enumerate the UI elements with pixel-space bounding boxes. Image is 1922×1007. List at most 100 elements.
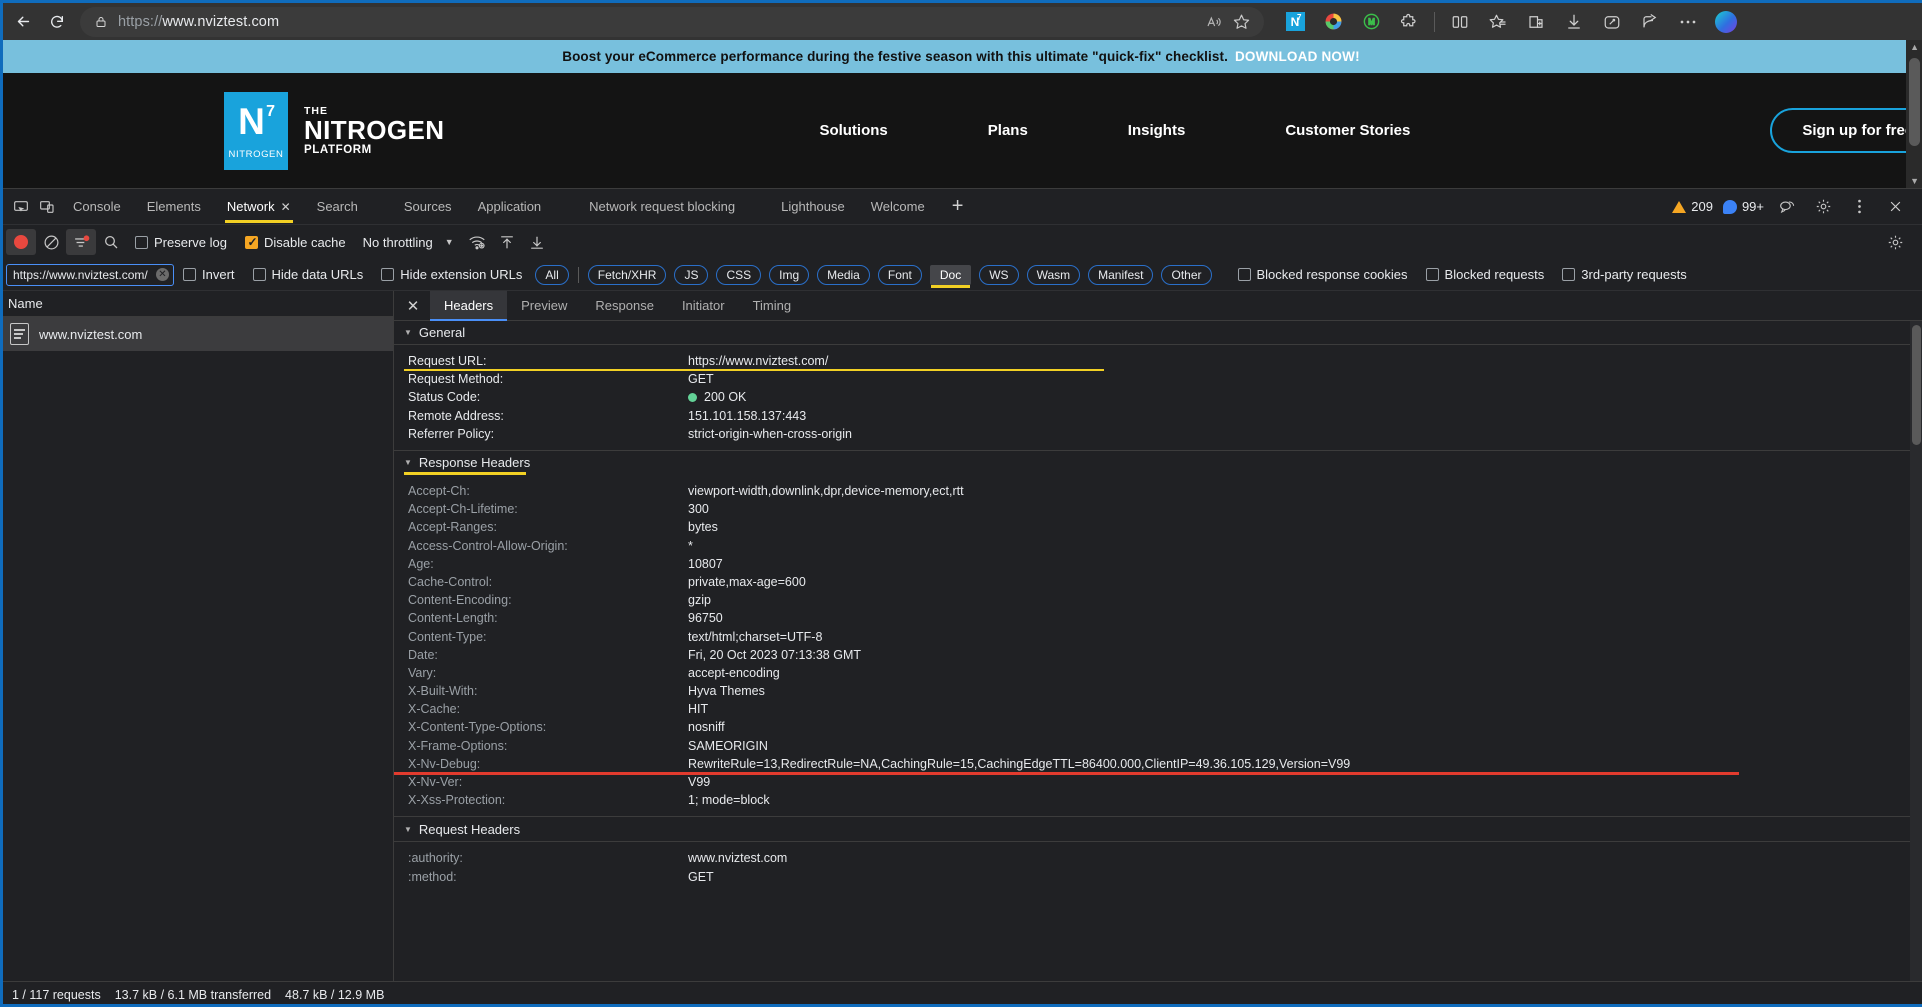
section-header-response-headers[interactable]: ▼ Response Headers <box>394 451 1922 475</box>
promo-banner[interactable]: Boost your eCommerce performance during … <box>0 40 1922 73</box>
reload-button[interactable] <box>40 6 74 38</box>
clear-button[interactable] <box>36 229 66 255</box>
record-button[interactable] <box>6 229 36 255</box>
header-row-x-xss-protection[interactable]: X-Xss-Protection:1; mode=block <box>394 791 1922 809</box>
request-list-column-name[interactable]: Name <box>0 291 393 317</box>
tab-sources[interactable]: Sources <box>391 189 465 225</box>
add-panel-button[interactable]: + <box>938 189 978 225</box>
preserve-log-checkbox[interactable]: Preserve log <box>135 235 227 250</box>
m-extension-icon[interactable]: M <box>1354 6 1388 38</box>
devtools-feedback-icon[interactable] <box>1774 194 1800 220</box>
detail-tab-response[interactable]: Response <box>581 291 668 321</box>
import-har-icon[interactable] <box>492 229 522 255</box>
copilot-icon[interactable] <box>1709 6 1743 38</box>
favorites-icon[interactable] <box>1481 6 1515 38</box>
header-row-x-built-with[interactable]: X-Built-With:Hyva Themes <box>394 682 1922 700</box>
search-icon[interactable] <box>96 229 126 255</box>
tab-network-request-blocking[interactable]: Network request blocking <box>576 189 748 225</box>
header-row-x-nv-debug[interactable]: X-Nv-Debug: RewriteRule=13,RedirectRule=… <box>394 755 1922 773</box>
header-row-authority[interactable]: :authority:www.nviztest.com <box>394 849 1922 867</box>
header-row-x-cache[interactable]: X-Cache:HIT <box>394 700 1922 718</box>
header-row-access-control-allow-origin[interactable]: Access-Control-Allow-Origin:* <box>394 537 1922 555</box>
invert-checkbox[interactable]: Invert <box>183 267 235 282</box>
filter-type-css[interactable]: CSS <box>716 265 761 285</box>
settings-more-icon[interactable] <box>1671 6 1705 38</box>
filter-type-js[interactable]: JS <box>674 265 708 285</box>
clear-filter-icon[interactable]: ✕ <box>156 268 169 281</box>
header-row-cache-control[interactable]: Cache-Control:private,max-age=600 <box>394 573 1922 591</box>
hide-data-urls-checkbox[interactable]: Hide data URLs <box>253 267 364 282</box>
filter-input[interactable]: https://www.nviztest.com/ ✕ <box>6 264 174 286</box>
filter-type-font[interactable]: Font <box>878 265 922 285</box>
promo-cta-link[interactable]: DOWNLOAD NOW! <box>1235 49 1360 64</box>
header-row-x-nv-ver[interactable]: X-Nv-Ver:V99 <box>394 773 1922 791</box>
filter-type-other[interactable]: Other <box>1161 265 1211 285</box>
share-icon[interactable] <box>1633 6 1667 38</box>
detail-tab-timing[interactable]: Timing <box>739 291 806 321</box>
tab-network[interactable]: Network ✕ <box>214 189 304 225</box>
nav-item-plans[interactable]: Plans <box>938 122 1078 139</box>
tab-welcome[interactable]: Welcome <box>858 189 938 225</box>
detail-tab-headers[interactable]: Headers <box>430 291 507 321</box>
filter-type-all[interactable]: All <box>535 265 568 285</box>
header-row-accept-ranges[interactable]: Accept-Ranges:bytes <box>394 518 1922 536</box>
detail-tab-preview[interactable]: Preview <box>507 291 581 321</box>
header-row-vary[interactable]: Vary:accept-encoding <box>394 664 1922 682</box>
page-scrollbar[interactable]: ▲ ▼ <box>1906 40 1922 188</box>
inspect-element-icon[interactable] <box>8 194 34 220</box>
section-header-request-headers[interactable]: ▼ Request Headers <box>394 817 1922 841</box>
hide-extension-urls-checkbox[interactable]: Hide extension URLs <box>381 267 522 282</box>
filter-type-doc[interactable]: Doc <box>930 265 971 285</box>
collections-icon[interactable] <box>1519 6 1553 38</box>
puzzle-extension-icon[interactable] <box>1392 6 1426 38</box>
header-row-request-method[interactable]: Request Method: GET <box>394 370 1922 388</box>
filter-toggle-button[interactable] <box>66 229 96 255</box>
detail-scrollbar-thumb[interactable] <box>1912 325 1921 445</box>
devtools-close-icon[interactable] <box>1882 194 1908 220</box>
header-row-status-code[interactable]: Status Code: 200 OK <box>394 388 1922 406</box>
third-party-requests-checkbox[interactable]: 3rd-party requests <box>1562 267 1687 282</box>
header-row-date[interactable]: Date:Fri, 20 Oct 2023 07:13:38 GMT <box>394 646 1922 664</box>
header-row-x-frame-options[interactable]: X-Frame-Options:SAMEORIGIN <box>394 737 1922 755</box>
header-row-request-url[interactable]: Request URL: https://www.nviztest.com/ <box>394 352 1922 370</box>
favorite-star-icon[interactable] <box>1233 13 1250 30</box>
header-row-remote-address[interactable]: Remote Address: 151.101.158.137:443 <box>394 407 1922 425</box>
header-row-age[interactable]: Age:10807 <box>394 555 1922 573</box>
n7-extension-icon[interactable]: N7 <box>1278 6 1312 38</box>
nav-item-solutions[interactable]: Solutions <box>769 122 937 139</box>
header-row-method[interactable]: :method:GET <box>394 868 1922 886</box>
filter-type-wasm[interactable]: Wasm <box>1027 265 1081 285</box>
browser-essentials-icon[interactable] <box>1595 6 1629 38</box>
blocked-requests-checkbox[interactable]: Blocked requests <box>1426 267 1545 282</box>
tab-console[interactable]: Console <box>60 189 134 225</box>
nav-item-customer-stories[interactable]: Customer Stories <box>1235 122 1460 139</box>
devtools-settings-gear-icon[interactable] <box>1810 194 1836 220</box>
tab-search[interactable]: Search <box>304 189 371 225</box>
disable-cache-checkbox[interactable]: Disable cache <box>245 235 346 250</box>
header-row-x-content-type-options[interactable]: X-Content-Type-Options:nosniff <box>394 718 1922 736</box>
throttling-select[interactable]: No throttling ▼ <box>363 235 454 250</box>
toggle-device-toolbar-icon[interactable] <box>34 194 60 220</box>
page-scrollbar-thumb[interactable] <box>1909 58 1920 146</box>
detail-tab-initiator[interactable]: Initiator <box>668 291 739 321</box>
read-aloud-icon[interactable] <box>1205 14 1223 30</box>
section-header-general[interactable]: ▼ General <box>394 321 1922 345</box>
tab-elements[interactable]: Elements <box>134 189 214 225</box>
devtools-more-icon[interactable] <box>1846 194 1872 220</box>
sign-up-button[interactable]: Sign up for free <box>1770 108 1922 153</box>
messages-indicator[interactable]: 99+ <box>1723 199 1764 214</box>
detail-scrollbar[interactable] <box>1910 321 1922 981</box>
color-wheel-extension-icon[interactable] <box>1316 6 1350 38</box>
nav-item-insights[interactable]: Insights <box>1078 122 1236 139</box>
close-icon[interactable]: ✕ <box>281 200 291 214</box>
warnings-indicator[interactable]: 209 <box>1672 199 1713 214</box>
site-logo[interactable]: N 7 NITROGEN THE NITROGEN PLATFORM <box>224 92 444 170</box>
export-har-icon[interactable] <box>522 229 552 255</box>
network-conditions-icon[interactable] <box>462 229 492 255</box>
network-settings-gear-icon[interactable] <box>1880 229 1910 255</box>
filter-type-fetch-xhr[interactable]: Fetch/XHR <box>588 265 667 285</box>
filter-type-media[interactable]: Media <box>817 265 870 285</box>
filter-type-manifest[interactable]: Manifest <box>1088 265 1153 285</box>
scroll-down-arrow[interactable]: ▼ <box>1910 176 1919 186</box>
address-bar[interactable]: https://www.nviztest.com <box>80 7 1264 37</box>
